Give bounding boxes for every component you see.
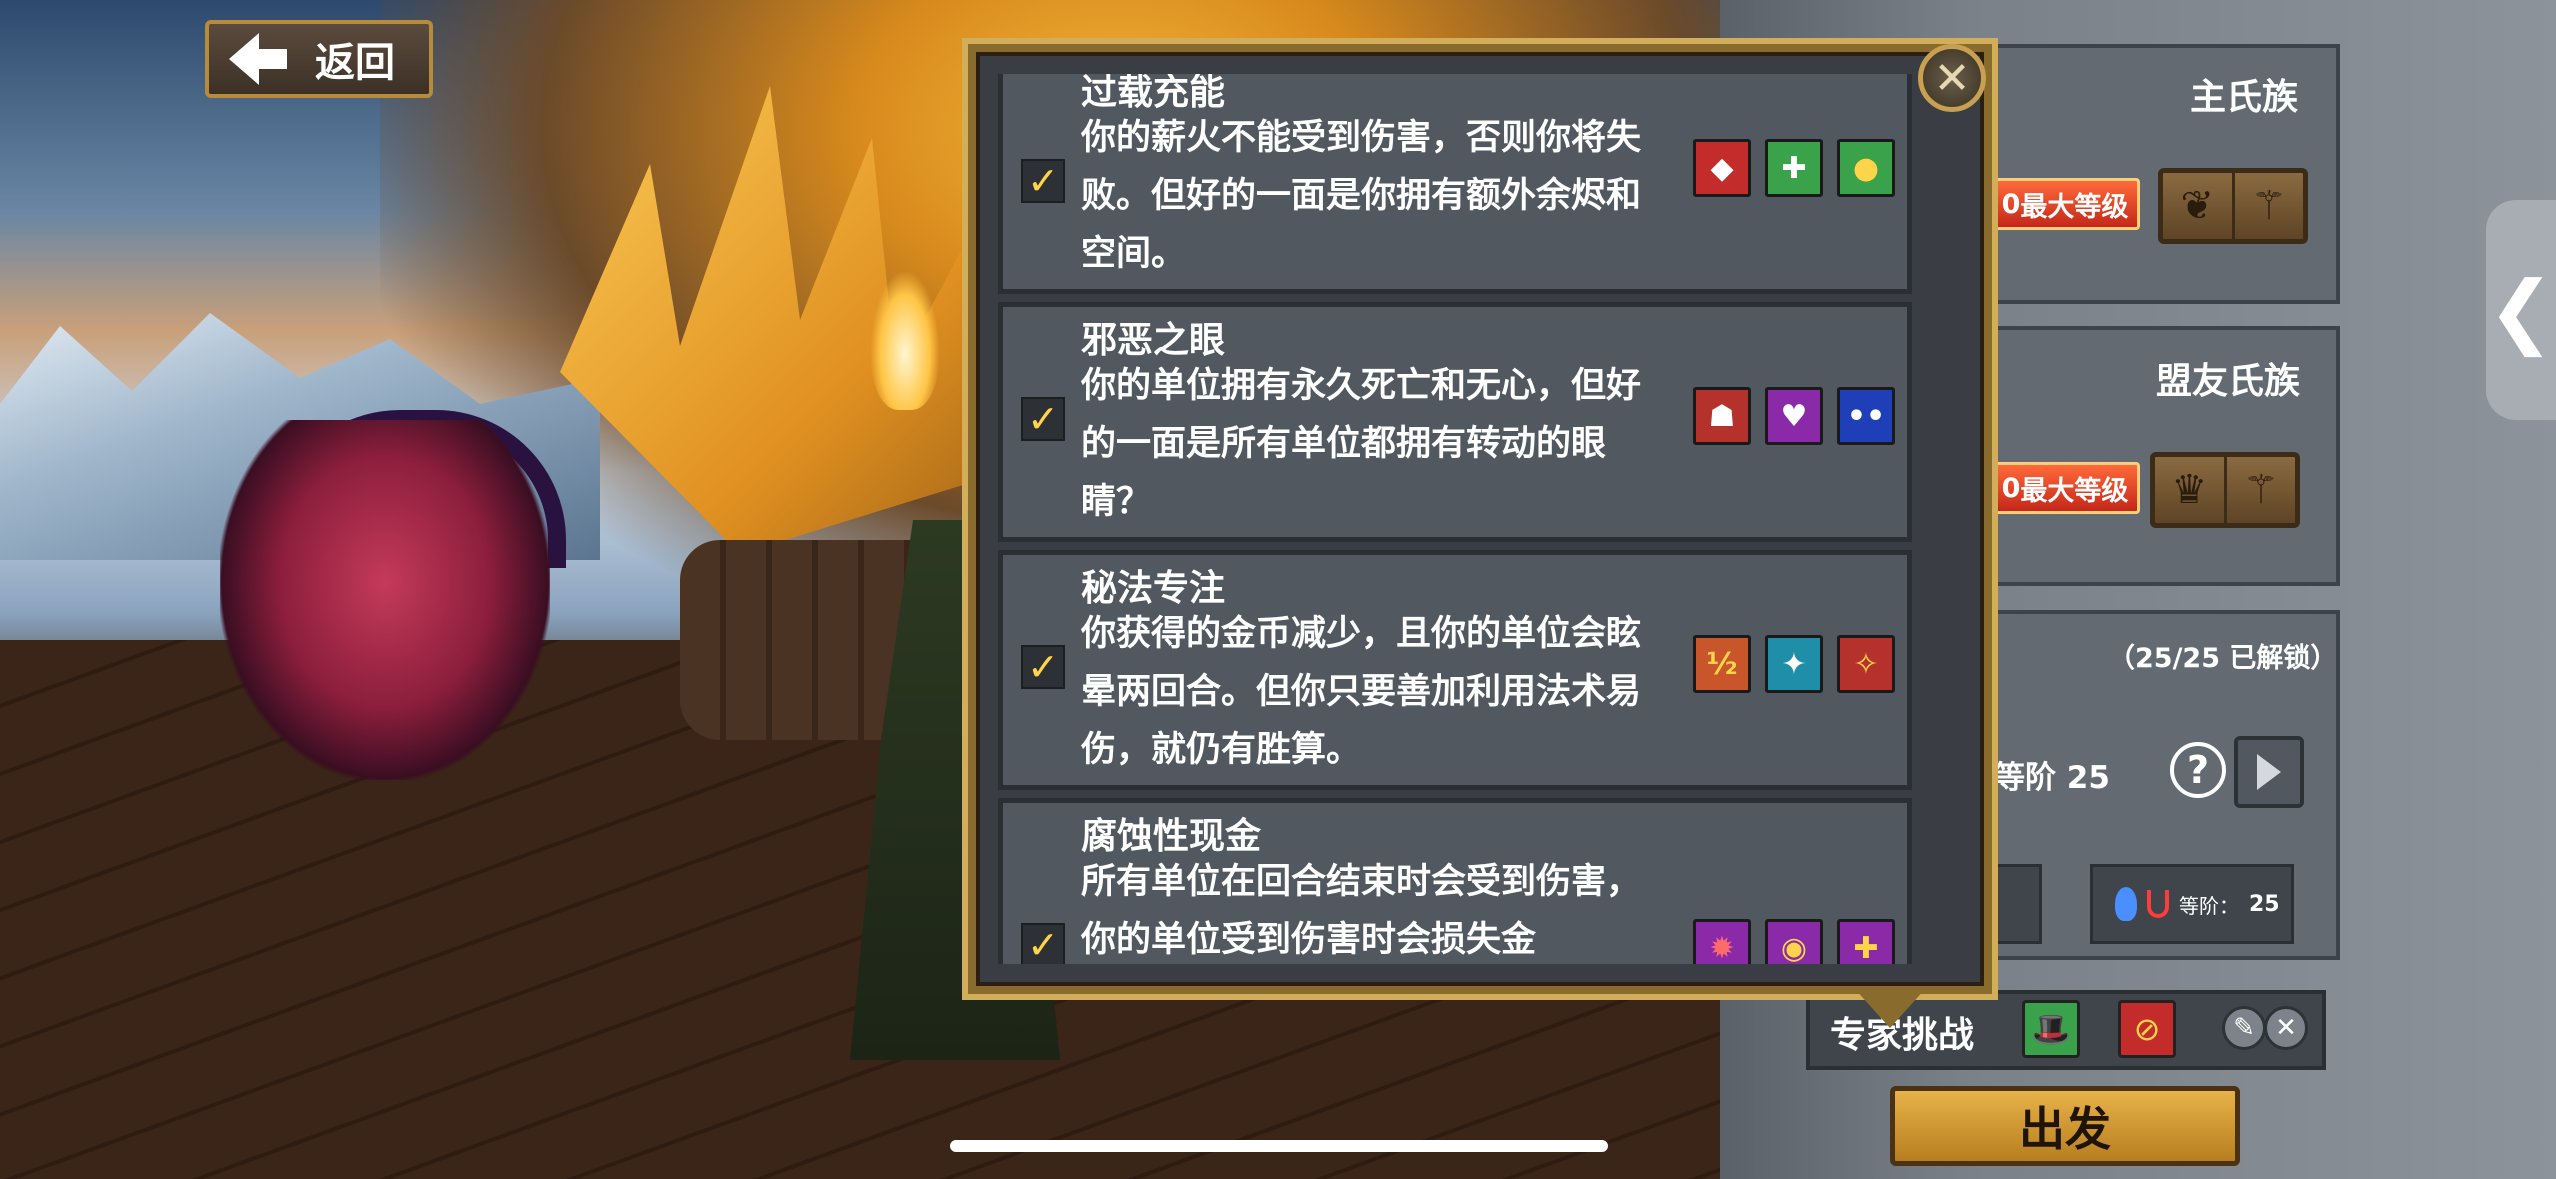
mutator-option[interactable]: 过载充能 ✓ 你的薪火不能受到伤害，否则你将失败。但好的一面是你拥有额外余烬和空… <box>998 74 1912 294</box>
challenge-hat-icon[interactable]: 🎩 <box>2022 1000 2080 1058</box>
ally-clan-icon: ♛ <box>2171 467 2208 513</box>
challenge-banned-icon[interactable]: ⊘ <box>2118 1000 2176 1058</box>
shield-ember-icon[interactable]: ◆ <box>1693 139 1751 197</box>
edit-challenge-button[interactable]: ✎ <box>2222 1006 2266 1050</box>
damage-icon[interactable]: ✹ <box>1693 919 1751 964</box>
main-clan-rank: 0 最大等级 <box>1990 178 2140 230</box>
demon-champion <box>220 420 550 780</box>
mutator-list-popup: 过载充能 ✓ 你的薪火不能受到伤害，否则你将失败。但好的一面是你拥有额外余烬和空… <box>968 44 1992 994</box>
main-clan-icon: ❦ <box>2180 183 2214 229</box>
covenant-unlocked: （25/25 已解锁） <box>2108 643 2338 674</box>
orbs-icon[interactable]: ● <box>1837 139 1895 197</box>
home-indicator[interactable] <box>950 1140 1608 1152</box>
spell-weakness-icon[interactable]: ✧ <box>1837 635 1895 693</box>
mutator-description: 你的薪火不能受到伤害，否则你将失败。但好的一面是你拥有额外余烬和空间。 <box>1081 118 1642 274</box>
ally-clan-rank-prefix: 0 <box>2001 472 2021 504</box>
mutator-icons: ½ ✦ ✧ <box>1693 635 1895 693</box>
torch-flame <box>870 270 940 410</box>
mutator-name: 腐蚀性现金 <box>1081 816 1262 857</box>
half-gold-icon[interactable]: ½ <box>1693 635 1751 693</box>
ally-clan-selector[interactable]: ♛ ⚚ <box>2150 452 2300 528</box>
sword-icon[interactable]: ✚ <box>1837 919 1895 964</box>
tier-stat-value: 25 <box>2249 891 2280 917</box>
ally-clan-rank-label: 最大等级 <box>2020 475 2129 507</box>
ally-clan-weapon-icon: ⚚ <box>2223 457 2296 523</box>
googly-eyes-icon[interactable]: •• <box>1837 387 1895 445</box>
stun-icon[interactable]: ✦ <box>1765 635 1823 693</box>
tier-stat-box-left <box>1990 864 2042 944</box>
coin-loss-icon[interactable]: ◉ <box>1765 919 1823 964</box>
mutator-name: 秘法专注 <box>1081 568 1226 609</box>
play-arrow-icon <box>2257 754 2281 790</box>
mutator-icons: ◆ ✚ ● <box>1693 139 1895 197</box>
mutator-list: 过载充能 ✓ 你的薪火不能受到伤害，否则你将失败。但好的一面是你拥有额外余烬和空… <box>998 74 1934 964</box>
mutator-description: 你的单位拥有永久死亡和无心，但好的一面是所有单位都拥有转动的眼睛？ <box>1081 366 1642 522</box>
mutator-option[interactable]: 腐蚀性现金 ✓ 所有单位在回合结束时会受到伤害，你的单位受到伤害时会损失金 ✹ … <box>998 798 1912 964</box>
help-icon[interactable]: ? <box>2170 742 2226 798</box>
mutator-name: 邪恶之眼 <box>1081 320 1226 361</box>
pyre-icon <box>2147 890 2169 918</box>
main-clan-weapon-icon: ⚚ <box>2231 173 2304 239</box>
ally-clan-title: 盟友氏族 <box>2156 361 2301 402</box>
clear-challenge-button[interactable]: ✕ <box>2264 1006 2308 1050</box>
main-clan-rank-prefix: 0 <box>2001 188 2021 220</box>
mutator-icons: ✹ ◉ ✚ <box>1693 919 1895 964</box>
back-arrow-icon <box>229 33 287 85</box>
heartless-icon[interactable]: ♥ <box>1765 387 1823 445</box>
tier-stat-label: 等阶： <box>2179 893 2239 918</box>
mutator-option[interactable]: 邪恶之眼 ✓ 你的单位拥有永久死亡和无心，但好的一面是所有单位都拥有转动的眼睛？… <box>998 302 1912 542</box>
covenant-tier: 等阶 25 <box>1994 760 2110 796</box>
go-button[interactable]: 出发 <box>1890 1086 2240 1166</box>
mutator-option[interactable]: 秘法专注 ✓ 你获得的金币减少，且你的单位会眩晕两回合。但你只要善加利用法术易伤… <box>998 550 1912 790</box>
mutator-checkbox[interactable]: ✓ <box>1021 397 1065 441</box>
mutator-checkbox[interactable]: ✓ <box>1021 923 1065 964</box>
main-clan-rank-label: 最大等级 <box>2020 191 2129 223</box>
tier-stat-box: 等阶： 25 <box>2090 864 2294 944</box>
main-clan-title: 主氏族 <box>2190 77 2299 118</box>
mutator-icons: ☗ ♥ •• <box>1693 387 1895 445</box>
tombstone-icon[interactable]: ☗ <box>1693 387 1751 445</box>
side-drawer-tab[interactable]: ❮ <box>2486 200 2556 420</box>
mutator-description: 你获得的金币减少，且你的单位会眩晕两回合。但你只要善加利用法术易伤，就仍有胜算。 <box>1081 614 1642 770</box>
close-icon: ✕ <box>1933 52 1971 104</box>
main-clan-selector[interactable]: ❦ ⚚ <box>2158 168 2308 244</box>
health-cross-icon[interactable]: ✚ <box>1765 139 1823 197</box>
mutator-checkbox[interactable]: ✓ <box>1021 159 1065 203</box>
close-popup-button[interactable]: ✕ <box>1918 44 1986 112</box>
back-button-label: 返回 <box>315 40 395 86</box>
ember-icon <box>2115 887 2137 921</box>
next-tier-button[interactable] <box>2234 736 2304 808</box>
popup-pointer <box>1854 988 1926 1028</box>
mutator-description: 所有单位在回合结束时会受到伤害，你的单位受到伤害时会损失金 <box>1081 862 1642 960</box>
back-button[interactable]: 返回 <box>205 20 433 98</box>
mutator-checkbox[interactable]: ✓ <box>1021 645 1065 689</box>
ally-clan-rank: 0 最大等级 <box>1990 462 2140 514</box>
